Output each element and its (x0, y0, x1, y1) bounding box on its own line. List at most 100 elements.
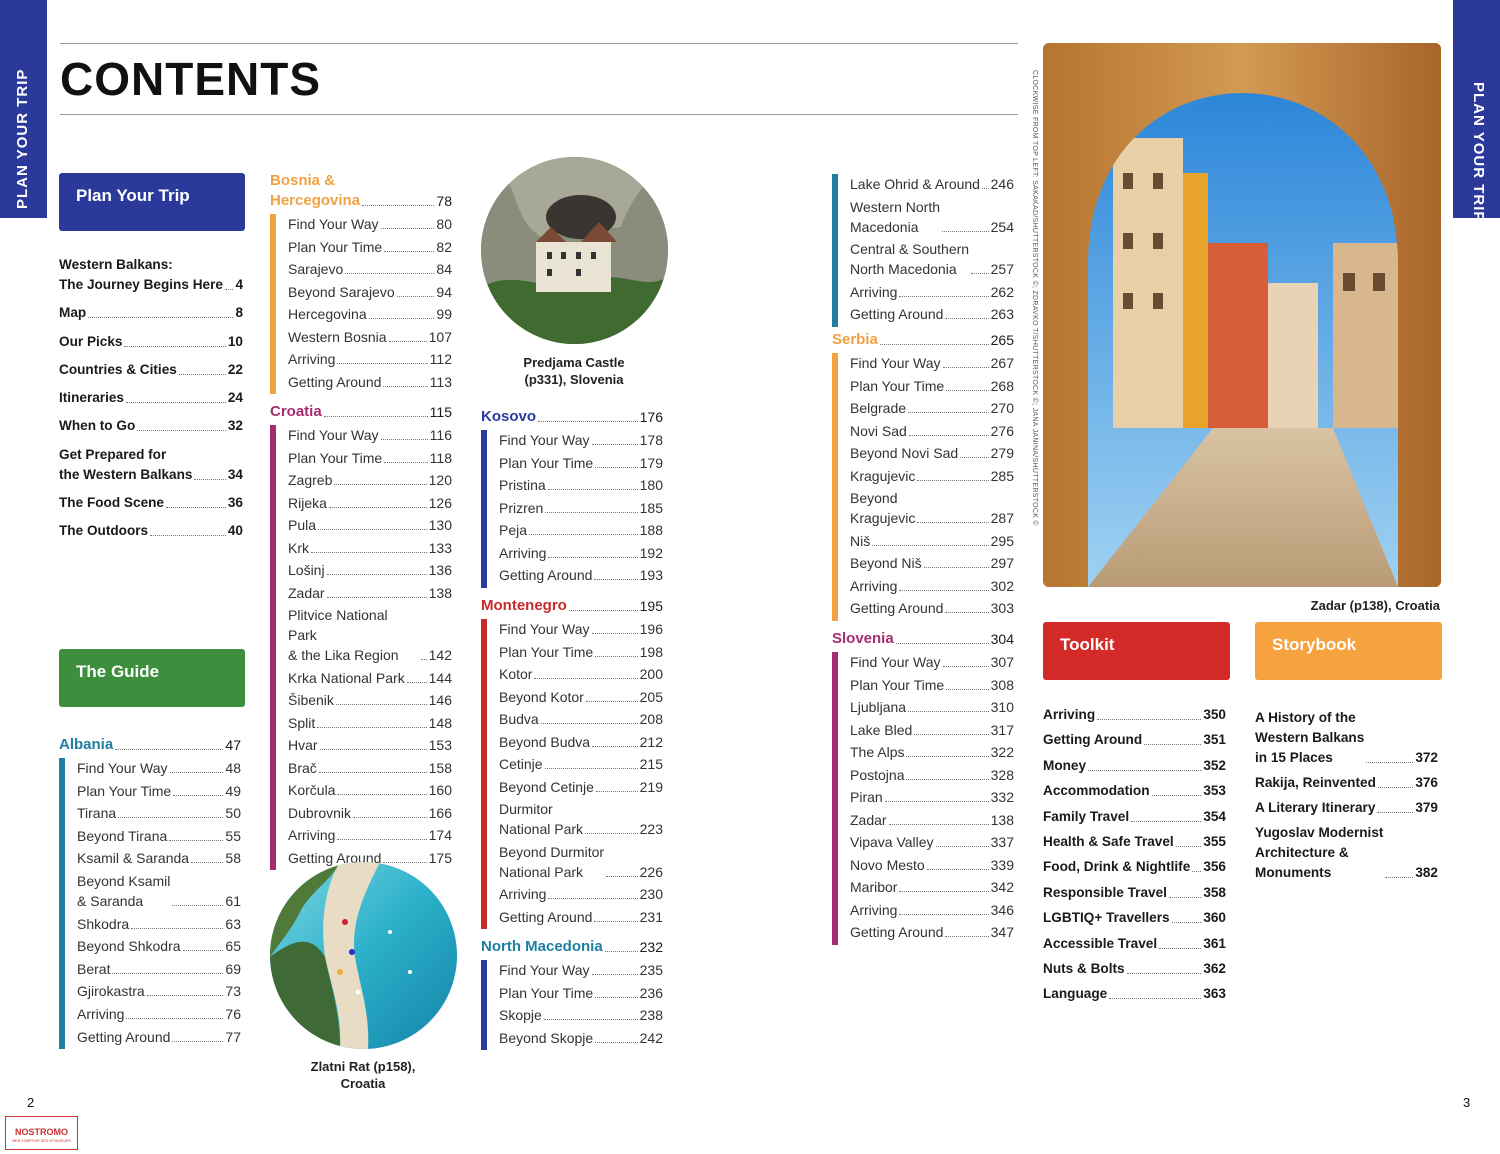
toc-entry[interactable]: Plan Your Time 308 (850, 675, 1014, 695)
toc-entry[interactable]: Lošinj 136 (288, 560, 452, 580)
toc-entry[interactable]: Getting Around 231 (499, 907, 663, 927)
toc-entry[interactable]: Ljubljana 310 (850, 697, 1014, 717)
toc-entry[interactable]: When to Go 32 (59, 416, 243, 436)
toc-entry[interactable]: Beyond Durmitor National Park 226 (499, 842, 663, 882)
toc-entry[interactable]: Postojna 328 (850, 765, 1014, 785)
toc-entry[interactable]: Getting Around 263 (850, 304, 1014, 324)
section-heading[interactable]: North Macedonia 232 (481, 937, 663, 957)
toc-entry[interactable]: Zadar 138 (850, 810, 1014, 830)
toc-entry[interactable]: Plan Your Time 118 (288, 448, 452, 468)
toc-entry[interactable]: Arriving 350 (1043, 705, 1226, 725)
toc-entry[interactable]: Our Picks 10 (59, 332, 243, 352)
toc-entry[interactable]: Arriving 112 (288, 349, 452, 369)
section-heading[interactable]: Bosnia & Hercegovina 78 (270, 171, 452, 211)
toc-entry[interactable]: Plan Your Time 82 (288, 237, 452, 257)
toc-entry[interactable]: Vipava Valley 337 (850, 832, 1014, 852)
toc-entry[interactable]: Beyond Ksamil & Saranda 61 (77, 871, 241, 911)
toc-entry[interactable]: Novi Sad 276 (850, 421, 1014, 441)
toc-entry[interactable]: Belgrade 270 (850, 398, 1014, 418)
toc-entry[interactable]: Nuts & Bolts 362 (1043, 959, 1226, 979)
toc-entry[interactable]: Plan Your Time 198 (499, 642, 663, 662)
toc-entry[interactable]: Arriving 174 (288, 825, 452, 845)
toc-entry[interactable]: Find Your Way 80 (288, 214, 452, 234)
toc-entry[interactable]: Plan Your Time 236 (499, 983, 663, 1003)
toc-entry[interactable]: Hvar 153 (288, 735, 452, 755)
toc-entry[interactable]: Accommodation 353 (1043, 781, 1226, 801)
section-heading[interactable]: Croatia 115 (270, 402, 452, 422)
toc-entry[interactable]: Western North Macedonia 254 (850, 197, 1014, 237)
section-heading[interactable]: Montenegro 195 (481, 596, 663, 616)
toc-entry[interactable]: Pula 130 (288, 515, 452, 535)
toc-entry[interactable]: Zadar 138 (288, 583, 452, 603)
toc-entry[interactable]: Getting Around 77 (77, 1027, 241, 1047)
toc-entry[interactable]: Shkodra 63 (77, 914, 241, 934)
toc-entry[interactable]: Lake Bled 317 (850, 720, 1014, 740)
toc-entry[interactable]: Brač 158 (288, 758, 452, 778)
toc-entry[interactable]: Plitvice National Park & the Lika Region… (288, 605, 452, 665)
toc-entry[interactable]: Ksamil & Saranda 58 (77, 848, 241, 868)
toc-entry[interactable]: Split 148 (288, 713, 452, 733)
toc-entry[interactable]: Find Your Way 48 (77, 758, 241, 778)
toc-entry[interactable]: Language 363 (1043, 984, 1226, 1004)
toc-entry[interactable]: Itineraries 24 (59, 388, 243, 408)
toc-entry[interactable]: Arriving 230 (499, 884, 663, 904)
toc-entry[interactable]: Accessible Travel 361 (1043, 934, 1226, 954)
toolkit-banner[interactable]: Toolkit (1043, 622, 1230, 680)
section-heading[interactable]: Kosovo 176 (481, 407, 663, 427)
toc-entry[interactable]: Arriving 76 (77, 1004, 241, 1024)
toc-entry[interactable]: Western Bosnia 107 (288, 327, 452, 347)
toc-entry[interactable]: Pristina 180 (499, 475, 663, 495)
toc-entry[interactable]: Countries & Cities 22 (59, 360, 243, 380)
toc-entry[interactable]: Get Prepared for the Western Balkans 34 (59, 445, 243, 485)
toc-entry[interactable]: Beyond Niš 297 (850, 553, 1014, 573)
toc-entry[interactable]: Health & Safe Travel 355 (1043, 832, 1226, 852)
the-guide-banner[interactable]: The Guide (59, 649, 245, 707)
toc-entry[interactable]: Rijeka 126 (288, 493, 452, 513)
toc-entry[interactable]: Yugoslav Modernist Architecture & Monume… (1255, 823, 1438, 883)
toc-entry[interactable]: Beyond Kragujevic 287 (850, 488, 1014, 528)
toc-entry[interactable]: Kotor 200 (499, 664, 663, 684)
toc-entry[interactable]: Getting Around 351 (1043, 730, 1226, 750)
toc-entry[interactable]: Novo Mesto 339 (850, 855, 1014, 875)
toc-entry[interactable]: Central & Southern North Macedonia 257 (850, 239, 1014, 279)
toc-entry[interactable]: Durmitor National Park 223 (499, 799, 663, 839)
toc-entry[interactable]: Getting Around 303 (850, 598, 1014, 618)
toc-entry[interactable]: Skopje 238 (499, 1005, 663, 1025)
toc-entry[interactable]: Family Travel 354 (1043, 807, 1226, 827)
toc-entry[interactable]: Cetinje 215 (499, 754, 663, 774)
section-heading[interactable]: Slovenia 304 (832, 629, 1014, 649)
toc-entry[interactable]: Find Your Way 267 (850, 353, 1014, 373)
toc-entry[interactable]: Budva 208 (499, 709, 663, 729)
toc-entry[interactable]: Šibenik 146 (288, 690, 452, 710)
toc-entry[interactable]: Beyond Budva 212 (499, 732, 663, 752)
toc-entry[interactable]: Zagreb 120 (288, 470, 452, 490)
toc-entry[interactable]: Rakija, Reinvented 376 (1255, 773, 1438, 793)
toc-entry[interactable]: Money 352 (1043, 756, 1226, 776)
toc-entry[interactable]: Responsible Travel 358 (1043, 883, 1226, 903)
toc-entry[interactable]: A History of the Western Balkans in 15 P… (1255, 708, 1438, 768)
toc-entry[interactable]: Beyond Skopje 242 (499, 1028, 663, 1048)
toc-entry[interactable]: Find Your Way 235 (499, 960, 663, 980)
toc-entry[interactable]: Western Balkans: The Journey Begins Here… (59, 255, 243, 295)
toc-entry[interactable]: Food, Drink & Nightlife 356 (1043, 857, 1226, 877)
toc-entry[interactable]: Beyond Kotor 205 (499, 687, 663, 707)
toc-entry[interactable]: The Food Scene 36 (59, 493, 243, 513)
toc-entry[interactable]: Arriving 262 (850, 282, 1014, 302)
toc-entry[interactable]: Korčula 160 (288, 780, 452, 800)
toc-entry[interactable]: Kragujevic 285 (850, 466, 1014, 486)
toc-entry[interactable]: Gjirokastra 73 (77, 981, 241, 1001)
toc-entry[interactable]: Dubrovnik 166 (288, 803, 452, 823)
toc-entry[interactable]: Piran 332 (850, 787, 1014, 807)
toc-entry[interactable]: Arriving 302 (850, 576, 1014, 596)
section-heading[interactable]: Albania 47 (59, 735, 241, 755)
toc-entry[interactable]: Beyond Cetinje 219 (499, 777, 663, 797)
toc-entry[interactable]: Getting Around 113 (288, 372, 452, 392)
toc-entry[interactable]: Getting Around 193 (499, 565, 663, 585)
toc-entry[interactable]: The Outdoors 40 (59, 521, 243, 541)
toc-entry[interactable]: Arriving 346 (850, 900, 1014, 920)
toc-entry[interactable]: Krka National Park 144 (288, 668, 452, 688)
toc-entry[interactable]: Hercegovina 99 (288, 304, 452, 324)
toc-entry[interactable]: Find Your Way 307 (850, 652, 1014, 672)
toc-entry[interactable]: Berat 69 (77, 959, 241, 979)
toc-entry[interactable]: Beyond Shkodra 65 (77, 936, 241, 956)
